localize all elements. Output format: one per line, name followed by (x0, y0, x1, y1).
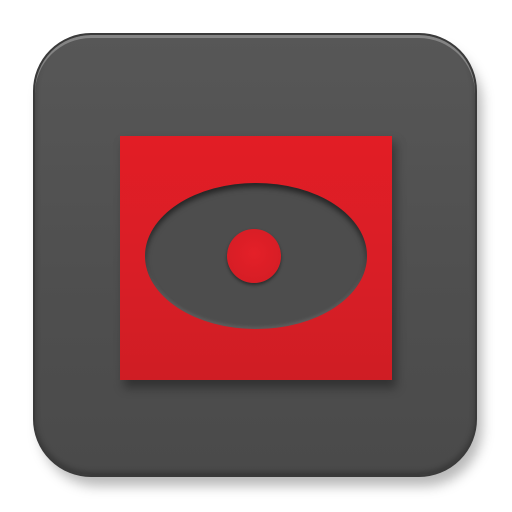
app-icon-canvas (0, 0, 512, 512)
eye-pupil-icon (227, 229, 281, 283)
